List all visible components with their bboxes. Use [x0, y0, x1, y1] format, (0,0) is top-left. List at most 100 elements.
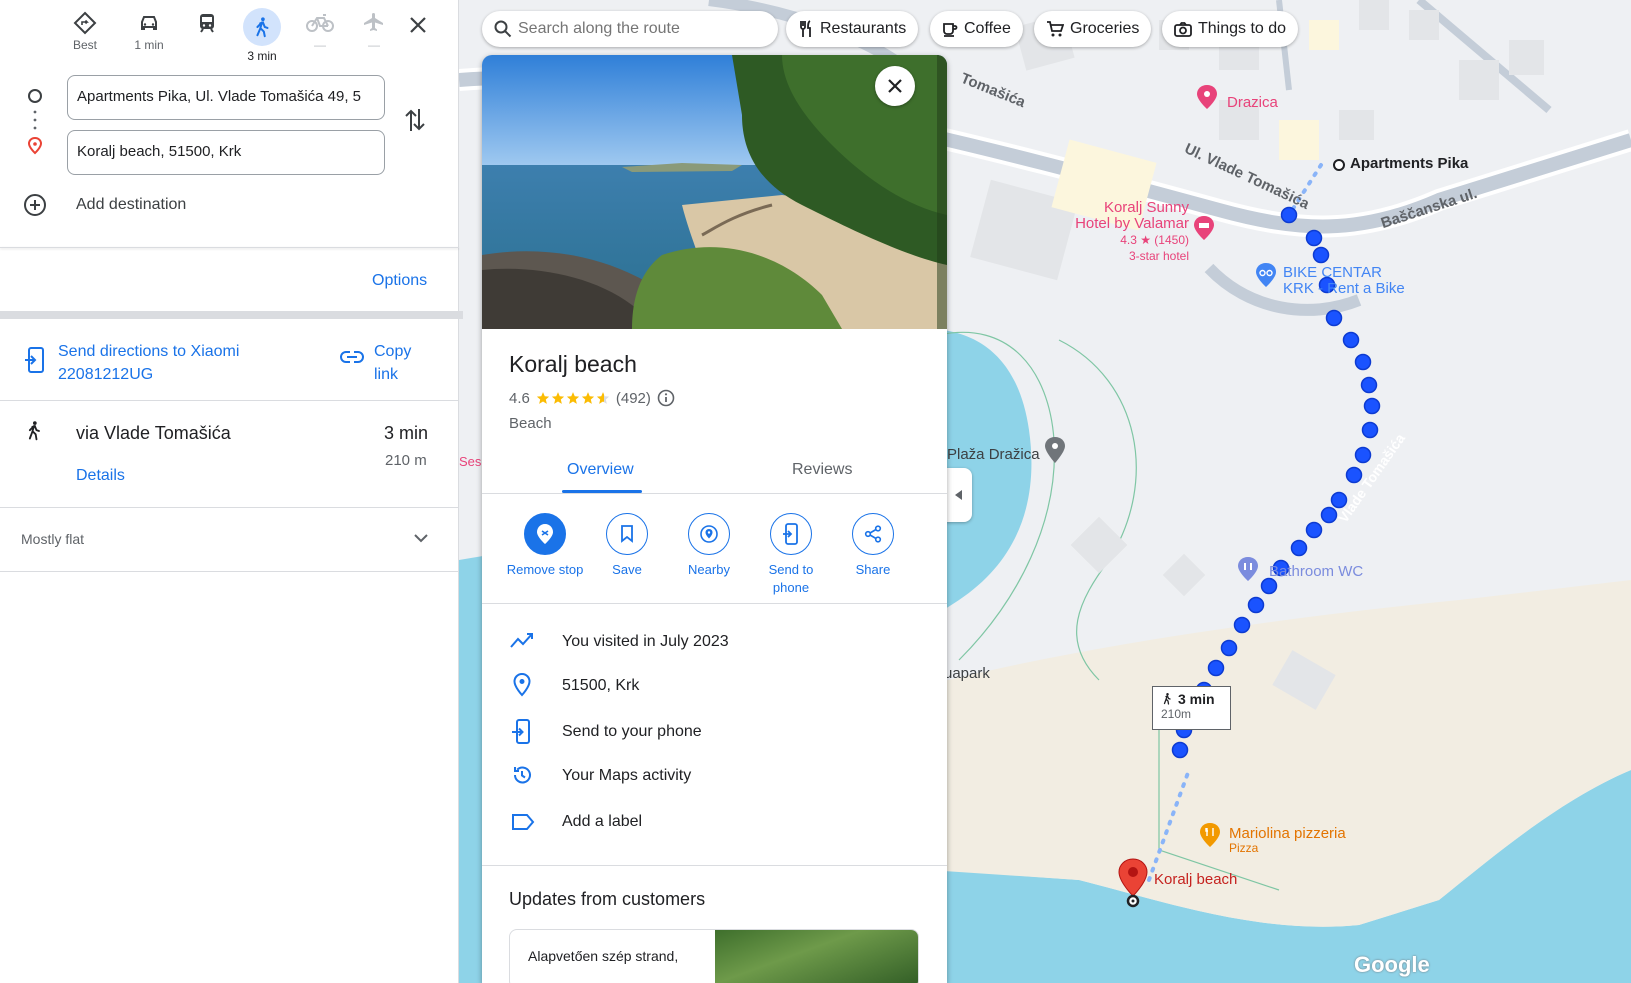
info-row-visited[interactable]: You visited in July 2023: [509, 629, 939, 655]
destination-pin-icon[interactable]: [1117, 858, 1149, 913]
divider: [482, 603, 947, 604]
copy-link-button[interactable]: Copy link: [374, 340, 411, 386]
send-to-phone-button[interactable]: Send to phone: [751, 513, 831, 597]
search-icon: [494, 20, 512, 38]
chip-things-to-do[interactable]: Things to do: [1162, 11, 1299, 47]
info-row-activity[interactable]: Your Maps activity: [509, 763, 939, 789]
info-row-address[interactable]: 51500, Krk: [509, 673, 939, 699]
pizzeria-label[interactable]: Mariolina pizzeria Pizza: [1229, 826, 1346, 856]
close-card-button[interactable]: [875, 66, 915, 106]
action-label: Remove stop: [506, 562, 584, 577]
bathroom-pin-icon[interactable]: [1237, 556, 1259, 587]
hotel-class: 3-star hotel: [1128, 249, 1189, 263]
chip-restaurants[interactable]: Restaurants: [786, 11, 919, 47]
hotel-pin-icon[interactable]: [1193, 215, 1215, 246]
origin-input[interactable]: Apartments Pika, Ul. Vlade Tomašića 49, …: [67, 75, 385, 120]
route-dot: [1220, 639, 1238, 657]
terrain-label: Mostly flat: [21, 531, 85, 547]
pizza-pin-icon[interactable]: [1199, 822, 1221, 853]
options-link[interactable]: Options: [372, 272, 427, 290]
origin-marker[interactable]: [1333, 159, 1345, 171]
nearby-button[interactable]: Nearby: [669, 513, 749, 579]
send-directions-line1: Send directions to Xiaomi: [58, 343, 240, 360]
chip-groceries[interactable]: Groceries: [1034, 11, 1152, 47]
route-dot: [1305, 521, 1323, 539]
route-dot: [1325, 309, 1343, 327]
route-details-link[interactable]: Details: [76, 467, 125, 485]
customer-update-card[interactable]: Alapvetően szép strand,: [509, 929, 919, 983]
mode-cycling[interactable]: —: [298, 8, 342, 52]
mode-flights[interactable]: —: [352, 8, 396, 52]
aquapark-label[interactable]: uapark: [944, 665, 990, 682]
bike-name-line1: BIKE CENTAR: [1283, 264, 1382, 281]
info-row-text: 51500, Krk: [562, 677, 640, 694]
plane-icon: [352, 8, 396, 38]
divider: [0, 247, 459, 248]
origin-map-label[interactable]: Apartments Pika: [1350, 155, 1468, 172]
tab-overview[interactable]: Overview: [567, 461, 634, 479]
search-along-route[interactable]: [482, 11, 778, 47]
action-label: Share: [855, 562, 891, 577]
place-rating-row[interactable]: 4.6 (492): [509, 389, 675, 407]
nearby-icon: [688, 513, 730, 555]
mode-walking-label: 3 min: [247, 49, 277, 63]
section-divider: [0, 311, 463, 319]
bike-center-label[interactable]: BIKE CENTAR KRK - Rent a Bike: [1283, 265, 1405, 297]
mode-transit[interactable]: [185, 8, 229, 38]
info-icon[interactable]: [657, 389, 675, 407]
search-input[interactable]: [518, 20, 758, 38]
beach-pin-icon[interactable]: [1044, 436, 1066, 469]
beach-map-label[interactable]: Plaža Dražica: [947, 446, 1040, 463]
add-destination-label[interactable]: Add destination: [76, 196, 186, 214]
callout-distance: 210m: [1161, 707, 1192, 721]
restaurant-icon: [800, 20, 811, 37]
drazica-pin-icon[interactable]: [1196, 84, 1218, 115]
hotel-rating: 4.3 ★ (1450): [1120, 233, 1189, 247]
walking-icon: [243, 8, 281, 46]
train-icon: [185, 8, 229, 38]
route-time-callout[interactable]: 3 min 210m: [1152, 686, 1231, 730]
route-via[interactable]: via Vlade Tomašića: [76, 423, 231, 444]
mode-driving[interactable]: 1 min: [127, 8, 171, 52]
info-row-label[interactable]: Add a label: [509, 809, 939, 835]
chevron-down-icon[interactable]: [413, 530, 429, 551]
mode-walking[interactable]: 3 min: [240, 8, 284, 63]
pizzeria-category: Pizza: [1229, 841, 1259, 855]
reviews-count: (492): [615, 389, 651, 407]
tab-reviews[interactable]: Reviews: [792, 461, 852, 479]
info-row-send-phone[interactable]: Send to your phone: [509, 719, 939, 745]
mode-best[interactable]: Best: [63, 8, 107, 52]
action-label: Send to phone: [768, 562, 814, 595]
drazica-label[interactable]: Drazica: [1227, 94, 1278, 111]
copy-link-line1: Copy: [374, 343, 412, 360]
directions-panel: Best 1 min 3 min — — Apartments Pika, Ul…: [0, 0, 463, 983]
hotel-label[interactable]: Koralj Sunny Hotel by Valamar 4.3 ★ (145…: [1039, 200, 1189, 264]
share-button[interactable]: Share: [833, 513, 913, 579]
bike-pin-icon[interactable]: [1255, 262, 1277, 293]
camera-icon: [1174, 22, 1192, 37]
mode-flights-label: —: [368, 38, 380, 52]
send-directions-link[interactable]: Send directions to Xiaomi 22081212UG: [58, 340, 239, 386]
copy-link-line2: link: [374, 366, 399, 383]
bathroom-label[interactable]: Bathroom WC: [1269, 563, 1363, 580]
route-dot: [1354, 446, 1372, 464]
rating-value: 4.6: [509, 389, 530, 407]
chip-coffee[interactable]: Coffee: [930, 11, 1023, 47]
chip-label: Groceries: [1070, 20, 1140, 37]
destination-input[interactable]: Koralj beach, 51500, Krk: [67, 130, 385, 175]
close-directions-button[interactable]: [405, 12, 431, 38]
update-photo[interactable]: [715, 930, 918, 983]
collapse-panel-button[interactable]: [946, 468, 972, 522]
remove-stop-button[interactable]: Remove stop: [505, 513, 585, 579]
share-icon: [852, 513, 894, 555]
save-button[interactable]: Save: [587, 513, 667, 579]
remove-stop-icon: [524, 513, 566, 555]
chip-label: Coffee: [964, 20, 1011, 37]
mode-driving-label: 1 min: [134, 38, 164, 52]
divider: [482, 493, 947, 494]
add-destination-icon[interactable]: [23, 193, 47, 222]
destination-map-label[interactable]: Koralj beach: [1154, 871, 1237, 888]
bicycle-icon: [298, 8, 342, 38]
star-rating: [536, 391, 610, 405]
swap-route-button[interactable]: [403, 107, 427, 138]
